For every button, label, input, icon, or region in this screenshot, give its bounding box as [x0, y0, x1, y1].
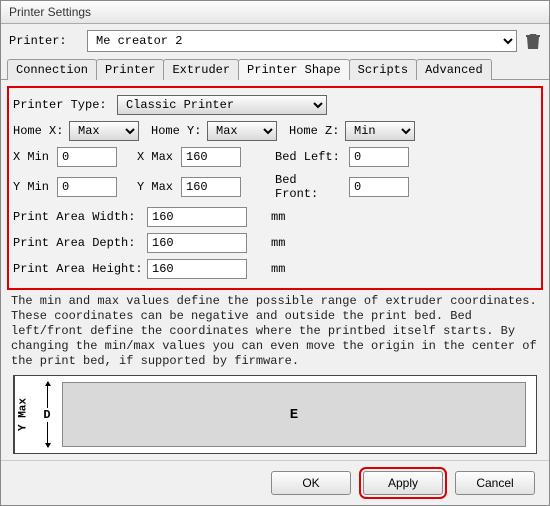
y-min-label: Y Min	[13, 180, 53, 194]
x-max-input[interactable]	[181, 147, 241, 167]
tab-printer[interactable]: Printer	[96, 59, 164, 80]
bed-diagram: Y Max D E	[13, 375, 537, 454]
home-z-select[interactable]: Min	[345, 121, 415, 141]
home-y-label: Home Y:	[151, 124, 203, 138]
titlebar: Printer Settings	[1, 1, 549, 24]
window-title: Printer Settings	[9, 5, 91, 19]
diagram-e-label: E	[290, 407, 298, 423]
highlighted-settings-area: Printer Type: Classic Printer Home X: Ma…	[7, 86, 543, 290]
dialog-buttons: OK Apply Cancel	[1, 460, 549, 505]
help-text: The min and max values define the possib…	[7, 290, 543, 375]
printer-select[interactable]: Me creator 2	[87, 30, 517, 52]
tab-extruder[interactable]: Extruder	[163, 59, 239, 80]
x-min-input[interactable]	[57, 147, 117, 167]
unit-mm-1: mm	[271, 210, 285, 224]
printer-type-label: Printer Type:	[13, 98, 113, 112]
printer-settings-window: Printer Settings Printer: Me creator 2 C…	[0, 0, 550, 506]
tab-printer-shape[interactable]: Printer Shape	[238, 59, 350, 80]
unit-mm-2: mm	[271, 236, 285, 250]
bed-left-label: Bed Left:	[275, 150, 345, 164]
bed-left-input[interactable]	[349, 147, 409, 167]
apply-button[interactable]: Apply	[363, 471, 443, 495]
unit-mm-3: mm	[271, 262, 285, 276]
y-max-input[interactable]	[181, 177, 241, 197]
printer-label: Printer:	[9, 34, 79, 48]
diagram-bed-area: E	[62, 382, 526, 447]
area-height-input[interactable]	[147, 259, 247, 279]
area-depth-input[interactable]	[147, 233, 247, 253]
diagram-d-label: D	[41, 408, 52, 422]
x-min-label: X Min	[13, 150, 53, 164]
x-max-label: X Max	[137, 150, 177, 164]
area-width-input[interactable]	[147, 207, 247, 227]
y-max-label: Y Max	[137, 180, 177, 194]
printer-type-select[interactable]: Classic Printer	[117, 95, 327, 115]
area-height-label: Print Area Height:	[13, 262, 143, 276]
area-depth-label: Print Area Depth:	[13, 236, 143, 250]
tab-advanced[interactable]: Advanced	[416, 59, 492, 80]
y-min-input[interactable]	[57, 177, 117, 197]
area-width-label: Print Area Width:	[13, 210, 143, 224]
tab-content: Printer Type: Classic Printer Home X: Ma…	[1, 80, 549, 460]
printer-selector-row: Printer: Me creator 2	[1, 24, 549, 58]
tab-connection[interactable]: Connection	[7, 59, 97, 80]
home-x-select[interactable]: Max	[69, 121, 139, 141]
home-z-label: Home Z:	[289, 124, 341, 138]
ok-button[interactable]: OK	[271, 471, 351, 495]
diagram-ymax-label: Y Max	[14, 376, 32, 453]
bed-front-input[interactable]	[349, 177, 409, 197]
cancel-button[interactable]: Cancel	[455, 471, 535, 495]
tab-bar: Connection Printer Extruder Printer Shap…	[1, 58, 549, 80]
trash-icon[interactable]	[525, 32, 541, 50]
home-x-label: Home X:	[13, 124, 65, 138]
tab-scripts[interactable]: Scripts	[349, 59, 417, 80]
home-y-select[interactable]: Max	[207, 121, 277, 141]
bed-front-label: Bed Front:	[275, 173, 345, 201]
diagram-d-column: D	[32, 376, 62, 453]
